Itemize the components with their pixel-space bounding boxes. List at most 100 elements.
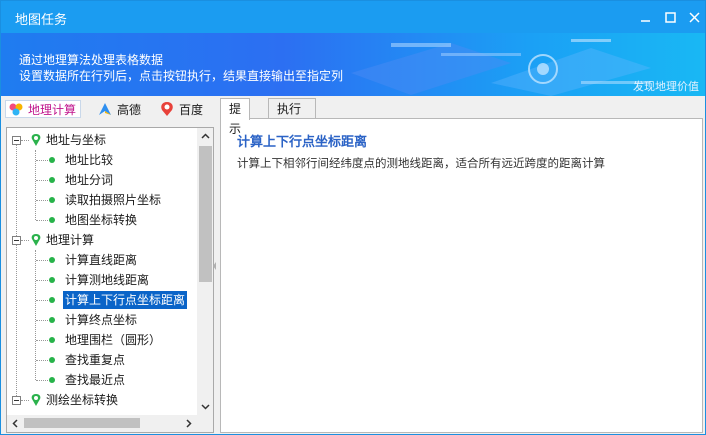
toolbar-baidu[interactable]: 百度 xyxy=(159,100,203,118)
toolbar-gaode[interactable]: 高德 xyxy=(97,100,141,118)
baidu-logo-icon xyxy=(161,102,173,116)
maximize-icon xyxy=(664,11,676,23)
title-bar: 地图任务 xyxy=(1,1,705,33)
pin-icon xyxy=(31,134,41,146)
tree-connector xyxy=(36,180,48,181)
tree-connector xyxy=(36,300,48,301)
toolbar-gaode-label: 高德 xyxy=(117,102,142,117)
minimize-button[interactable] xyxy=(634,7,656,27)
tree-item[interactable]: 读取拍摄照片坐标 xyxy=(7,190,197,210)
scroll-right-button[interactable] xyxy=(181,415,197,431)
bullet-icon xyxy=(49,257,55,263)
tree-group-label: 地址与坐标 xyxy=(46,133,107,147)
tree-item-label: 地图坐标转换 xyxy=(65,213,138,227)
bullet-icon xyxy=(49,157,55,163)
scroll-thumb[interactable] xyxy=(24,418,140,428)
tree-item[interactable]: 查找重复点 xyxy=(7,350,197,370)
bullet-icon xyxy=(49,297,55,303)
tree-connector xyxy=(36,320,48,321)
bullet-icon xyxy=(49,277,55,283)
tree-group-survey[interactable]: 测绘坐标转换 xyxy=(7,390,197,410)
toolbar-geo-calc-label: 地理计算 xyxy=(28,102,77,117)
header-banner: 通过地理算法处理表格数据 设置数据所在行列后，点击按钮执行，结果直接输出至指定列… xyxy=(1,33,705,96)
category-toolbar: 地理计算 高德 百度 xyxy=(1,96,217,122)
gaode-logo-icon xyxy=(99,103,111,115)
tab-tips[interactable]: 提示 xyxy=(220,98,251,136)
function-title: 计算上下行点坐标距离 xyxy=(237,135,368,150)
scroll-left-button[interactable] xyxy=(7,415,23,431)
close-button[interactable] xyxy=(683,7,705,27)
tree-group-address[interactable]: 地址与坐标 xyxy=(7,130,197,150)
tree-item-label: 计算直线距离 xyxy=(65,253,138,267)
tree-connector xyxy=(36,340,48,341)
tree-item-label: 计算测地线距离 xyxy=(65,273,150,287)
bullet-icon xyxy=(49,377,55,383)
tree-connector xyxy=(36,200,48,201)
tree-connector xyxy=(36,360,48,361)
tree-item-label: 读取拍摄照片坐标 xyxy=(65,193,162,207)
chevron-right-icon xyxy=(186,418,192,428)
geo-calc-icon xyxy=(9,103,23,116)
chevron-up-icon xyxy=(200,133,210,139)
tree-connector xyxy=(36,160,48,161)
chevron-left-icon xyxy=(12,418,18,428)
panel-splitter[interactable] xyxy=(213,251,217,281)
tree-item-label: 查找最近点 xyxy=(65,373,126,387)
tree-item[interactable]: 地图坐标转换 xyxy=(7,210,197,230)
toolbar-baidu-label: 百度 xyxy=(179,102,204,117)
main-window: 地图任务 通过地理算法处理表格数据 设置数据所在行列后，点击按钮执行，结果直接输… xyxy=(0,0,706,435)
tree-group-geo-calc[interactable]: 地理计算 xyxy=(7,230,197,250)
tree-connector xyxy=(36,280,48,281)
pin-icon xyxy=(31,394,41,406)
window-title: 地图任务 xyxy=(15,13,68,28)
tree-group-label: 地理计算 xyxy=(46,233,95,247)
tree-vertical-scrollbar[interactable] xyxy=(197,128,213,415)
chevron-down-icon xyxy=(200,404,210,410)
bullet-icon xyxy=(49,197,55,203)
tab-execute[interactable]: 执行 xyxy=(268,98,316,119)
function-description: 计算上下相邻行间经纬度点的测地线距离，适合所有远近跨度的距离计算 xyxy=(237,156,605,170)
tree-group-label: 测绘坐标转换 xyxy=(46,393,119,407)
tree-item[interactable]: 查找最近点 xyxy=(7,370,197,390)
tree-connector xyxy=(21,400,29,401)
scroll-up-button[interactable] xyxy=(197,128,213,144)
scroll-thumb[interactable] xyxy=(199,146,212,282)
bullet-icon xyxy=(49,337,55,343)
banner-slogan: 发现地理价值 xyxy=(633,80,699,93)
tree-item-label: 查找重复点 xyxy=(65,353,126,367)
bullet-icon xyxy=(49,177,55,183)
tree-connector xyxy=(21,140,29,141)
tree-connector xyxy=(21,240,29,241)
toolbar-geo-calc[interactable]: 地理计算 xyxy=(5,100,82,118)
bullet-icon xyxy=(49,317,55,323)
splitter-grip-icon xyxy=(213,262,216,270)
tree-horizontal-scrollbar[interactable] xyxy=(7,415,213,432)
tree-item-label: 计算上下行点坐标距离 xyxy=(63,291,188,309)
tree-item-label: 地址比较 xyxy=(65,153,114,167)
tree-item[interactable]: 计算直线距离 xyxy=(7,250,197,270)
collapse-icon[interactable] xyxy=(12,136,21,145)
tree-item-selected[interactable]: 计算上下行点坐标距离 xyxy=(7,290,197,310)
bullet-icon xyxy=(49,357,55,363)
bullet-icon xyxy=(49,217,55,223)
scroll-down-button[interactable] xyxy=(197,399,213,415)
banner-line-1: 通过地理算法处理表格数据 xyxy=(19,53,164,67)
tree-item[interactable]: 地址分词 xyxy=(7,170,197,190)
tree-item[interactable]: 计算测地线距离 xyxy=(7,270,197,290)
tree-item-label: 地址分词 xyxy=(65,173,114,187)
tree-connector xyxy=(36,260,48,261)
collapse-icon[interactable] xyxy=(12,396,21,405)
banner-line-2: 设置数据所在行列后，点击按钮执行，结果直接输出至指定列 xyxy=(19,69,344,83)
tree-item[interactable]: 地址比较 xyxy=(7,150,197,170)
tree-item[interactable]: 计算终点坐标 xyxy=(7,310,197,330)
close-icon xyxy=(688,11,700,23)
tree-connector xyxy=(36,380,48,381)
collapse-icon[interactable] xyxy=(12,236,21,245)
tips-panel: 计算上下行点坐标距离 计算上下相邻行间经纬度点的测地线距离，适合所有远近跨度的距… xyxy=(220,118,703,433)
tree-connector xyxy=(36,220,48,221)
pin-icon xyxy=(31,234,41,246)
function-tree[interactable]: 地址与坐标 地址比较 地址分词 读取拍摄照片坐标 地图坐标转换 地理计算 计算直… xyxy=(6,127,214,433)
tree-item[interactable]: 地理围栏（圆形） xyxy=(7,330,197,350)
minimize-icon xyxy=(640,19,650,22)
maximize-button[interactable] xyxy=(659,7,681,27)
